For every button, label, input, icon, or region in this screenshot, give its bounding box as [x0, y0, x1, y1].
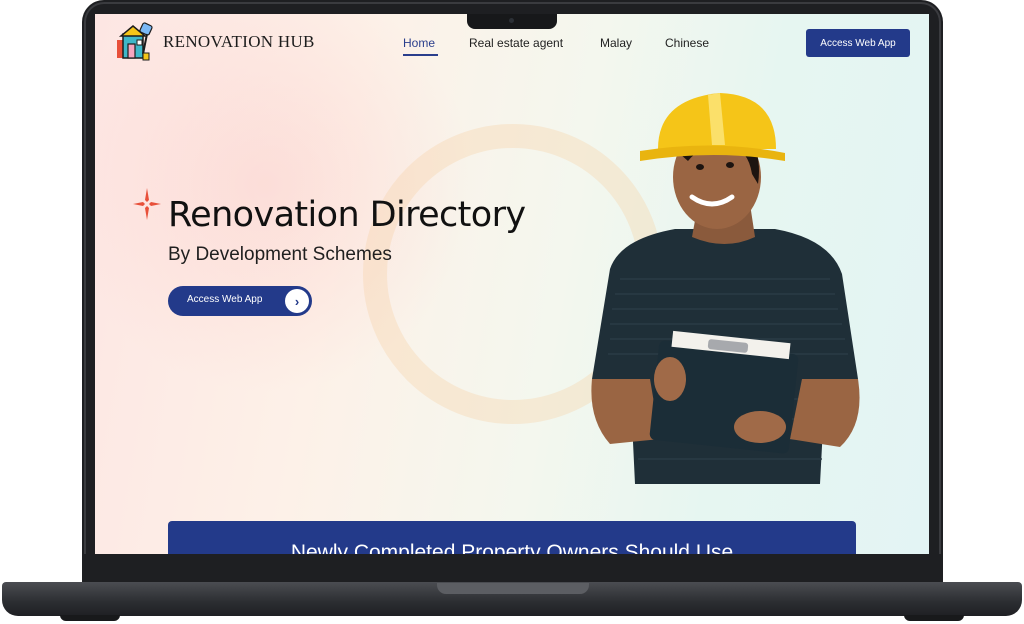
laptop-bottom-bezel	[82, 554, 943, 584]
browser-viewport: RENOVATION HUB Home Real estate agent Ma…	[95, 14, 929, 554]
sparkle-icon	[133, 188, 161, 220]
hero-title: Renovation Directory	[168, 195, 526, 235]
site-logo[interactable]: RENOVATION HUB	[113, 20, 315, 64]
chevron-right-icon: ›	[285, 289, 309, 313]
header-access-web-app-button[interactable]: Access Web App	[806, 29, 910, 57]
nav-item-real-estate-agent[interactable]: Real estate agent	[469, 36, 563, 50]
nav-item-home[interactable]: Home	[403, 36, 435, 50]
laptop-foot-right	[904, 615, 964, 621]
hero-access-web-app-button[interactable]: Access Web App ›	[168, 286, 312, 316]
renovation-hub-logo-icon	[117, 22, 153, 61]
nav-item-malay[interactable]: Malay	[600, 36, 632, 50]
nav-item-chinese[interactable]: Chinese	[665, 36, 709, 50]
construction-worker-image	[591, 93, 860, 484]
info-banner: Newly Completed Property Owners Should U…	[168, 521, 856, 554]
nav-active-underline	[403, 54, 438, 56]
laptop-opening-lip	[437, 583, 589, 594]
hero-subtitle: By Development Schemes	[168, 244, 392, 265]
brand-name: RENOVATION HUB	[163, 32, 315, 51]
camera-icon	[509, 18, 514, 23]
hero-button-label: Access Web App	[187, 294, 263, 305]
laptop-foot-left	[60, 615, 120, 621]
banner-text: Newly Completed Property Owners Should U…	[290, 541, 734, 554]
